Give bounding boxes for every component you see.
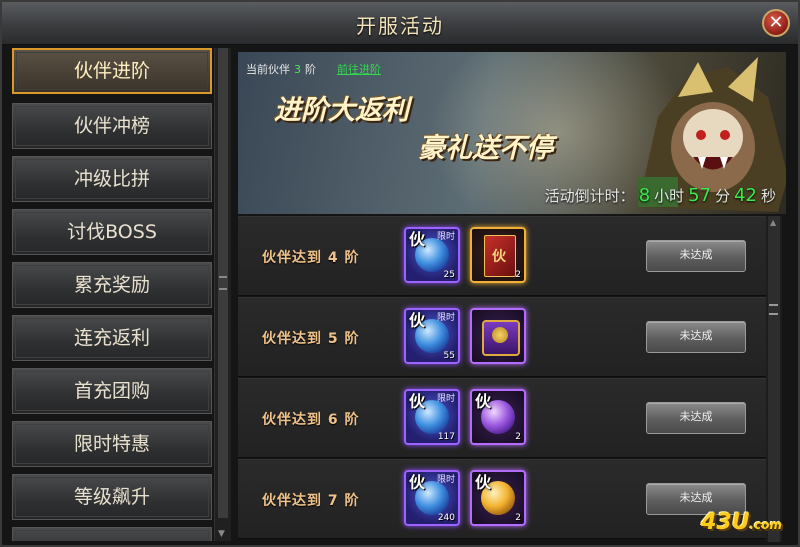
banner-slogan-1: 进阶大返利 (274, 95, 409, 126)
reward-item-book[interactable]: 伙 2 (470, 227, 526, 283)
reward-requirement: 伙伴达到 5 阶 (262, 331, 360, 347)
sidebar-item-partner-ranking[interactable]: 伙伴冲榜 (12, 103, 212, 149)
item-count: 55 (443, 351, 455, 361)
item-count: 2 (515, 270, 521, 280)
limited-tag: 限时 (436, 313, 455, 323)
scroll-down-icon[interactable]: ▼ (218, 529, 225, 539)
current-level-value: 3 (294, 63, 301, 76)
sidebar-item-more[interactable] (12, 527, 212, 541)
reward-item-chest[interactable] (470, 308, 526, 364)
item-count: 2 (515, 513, 521, 523)
item-count: 25 (443, 270, 455, 280)
scroll-up-icon[interactable]: ▲ (770, 218, 776, 227)
grip-icon (769, 304, 778, 315)
limited-tag: 限时 (436, 232, 455, 242)
activity-content: 当前伙伴 3 阶 前往进阶 进阶大返利 豪礼送不停 活动倒计时： 8 小时 57 分 42 秒 … (238, 52, 786, 542)
item-count: 240 (437, 513, 455, 523)
reward-row: 伙伴达到 6 阶 伙 限时 117 伙 2 未达成 (238, 378, 766, 458)
countdown-hours: 8 (638, 185, 651, 206)
item-count: 117 (437, 432, 455, 442)
sidebar-item-level-race[interactable]: 冲级比拼 (12, 156, 212, 202)
reward-item-partner-token[interactable]: 伙 限时 55 (404, 308, 460, 364)
promo-banner: 当前伙伴 3 阶 前往进阶 进阶大返利 豪礼送不停 活动倒计时： 8 小时 57 分 42 秒 (238, 52, 786, 214)
claim-button[interactable]: 未达成 (646, 402, 746, 434)
reward-item-gold-orb[interactable]: 伙 2 (470, 470, 526, 526)
treasure-chest-icon (482, 320, 520, 356)
sidebar-item-boss-hunt[interactable]: 讨伐BOSS (12, 209, 212, 255)
title-bar: 开服活动 ✕ (2, 2, 798, 45)
sidebar-item-level-surge[interactable]: 等级飙升 (12, 474, 212, 520)
sidebar-scrollbar[interactable]: ▼ (214, 48, 231, 541)
limited-tag: 限时 (436, 475, 455, 485)
claim-button[interactable]: 未达成 (646, 240, 746, 272)
reward-requirement: 伙伴达到 6 阶 (262, 412, 360, 428)
sidebar-item-continuous-recharge[interactable]: 连充返利 (12, 315, 212, 361)
sidebar-item-limited-offer[interactable]: 限时特惠 (12, 421, 212, 467)
sidebar-item-recharge-reward[interactable]: 累充奖励 (12, 262, 212, 308)
banner-slogan-2: 豪礼送不停 (418, 133, 553, 164)
reward-row: 伙伴达到 5 阶 伙 限时 55 未达成 (238, 297, 766, 377)
reward-requirement: 伙伴达到 7 阶 (262, 493, 360, 509)
reward-requirement: 伙伴达到 4 阶 (262, 250, 360, 266)
item-count: 2 (515, 432, 521, 442)
close-button[interactable]: ✕ (762, 9, 790, 37)
reward-item-partner-token[interactable]: 伙 限时 117 (404, 389, 460, 445)
reward-row: 伙伴达到 4 阶 伙 限时 25 伙 2 未达成 (238, 216, 766, 296)
site-watermark: 43U.com (701, 510, 782, 535)
countdown-minutes: 57 (688, 185, 712, 206)
current-partner-level: 当前伙伴 3 阶 (246, 63, 316, 76)
reward-item-partner-token[interactable]: 伙 限时 240 (404, 470, 460, 526)
claim-button[interactable]: 未达成 (646, 321, 746, 353)
goto-advance-link[interactable]: 前往进阶 (337, 61, 381, 77)
reward-list: 伙伴达到 4 阶 伙 限时 25 伙 2 未达成 伙伴达到 5 阶 伙 限时 5… (238, 216, 786, 542)
countdown-seconds: 42 (734, 185, 757, 206)
reward-list-scrollbar[interactable]: ▲ (766, 216, 782, 542)
activity-sidebar: 伙伴进阶 伙伴冲榜 冲级比拼 讨伐BOSS 累充奖励 连充返利 首充团购 限时特… (8, 48, 214, 541)
limited-tag: 限时 (436, 394, 455, 404)
sidebar-item-first-recharge-group[interactable]: 首充团购 (12, 368, 212, 414)
activity-countdown: 活动倒计时： 8 小时 57 分 42 秒 (544, 185, 776, 206)
reward-item-partner-token[interactable]: 伙 限时 25 (404, 227, 460, 283)
reward-row: 伙伴达到 7 阶 伙 限时 240 伙 2 未达成 (238, 459, 766, 539)
reward-scroll-thumb[interactable] (768, 216, 780, 542)
window-title: 开服活动 (356, 14, 444, 38)
sidebar-item-partner-advance[interactable]: 伙伴进阶 (12, 48, 212, 94)
grip-icon (219, 276, 227, 290)
close-icon: ✕ (768, 12, 784, 33)
activity-window: 开服活动 ✕ 伙伴进阶 伙伴冲榜 冲级比拼 讨伐BOSS 累充奖励 连充返利 首… (0, 0, 800, 547)
reward-item-purple-orb[interactable]: 伙 2 (470, 389, 526, 445)
skill-book-icon: 伙 (484, 235, 516, 277)
